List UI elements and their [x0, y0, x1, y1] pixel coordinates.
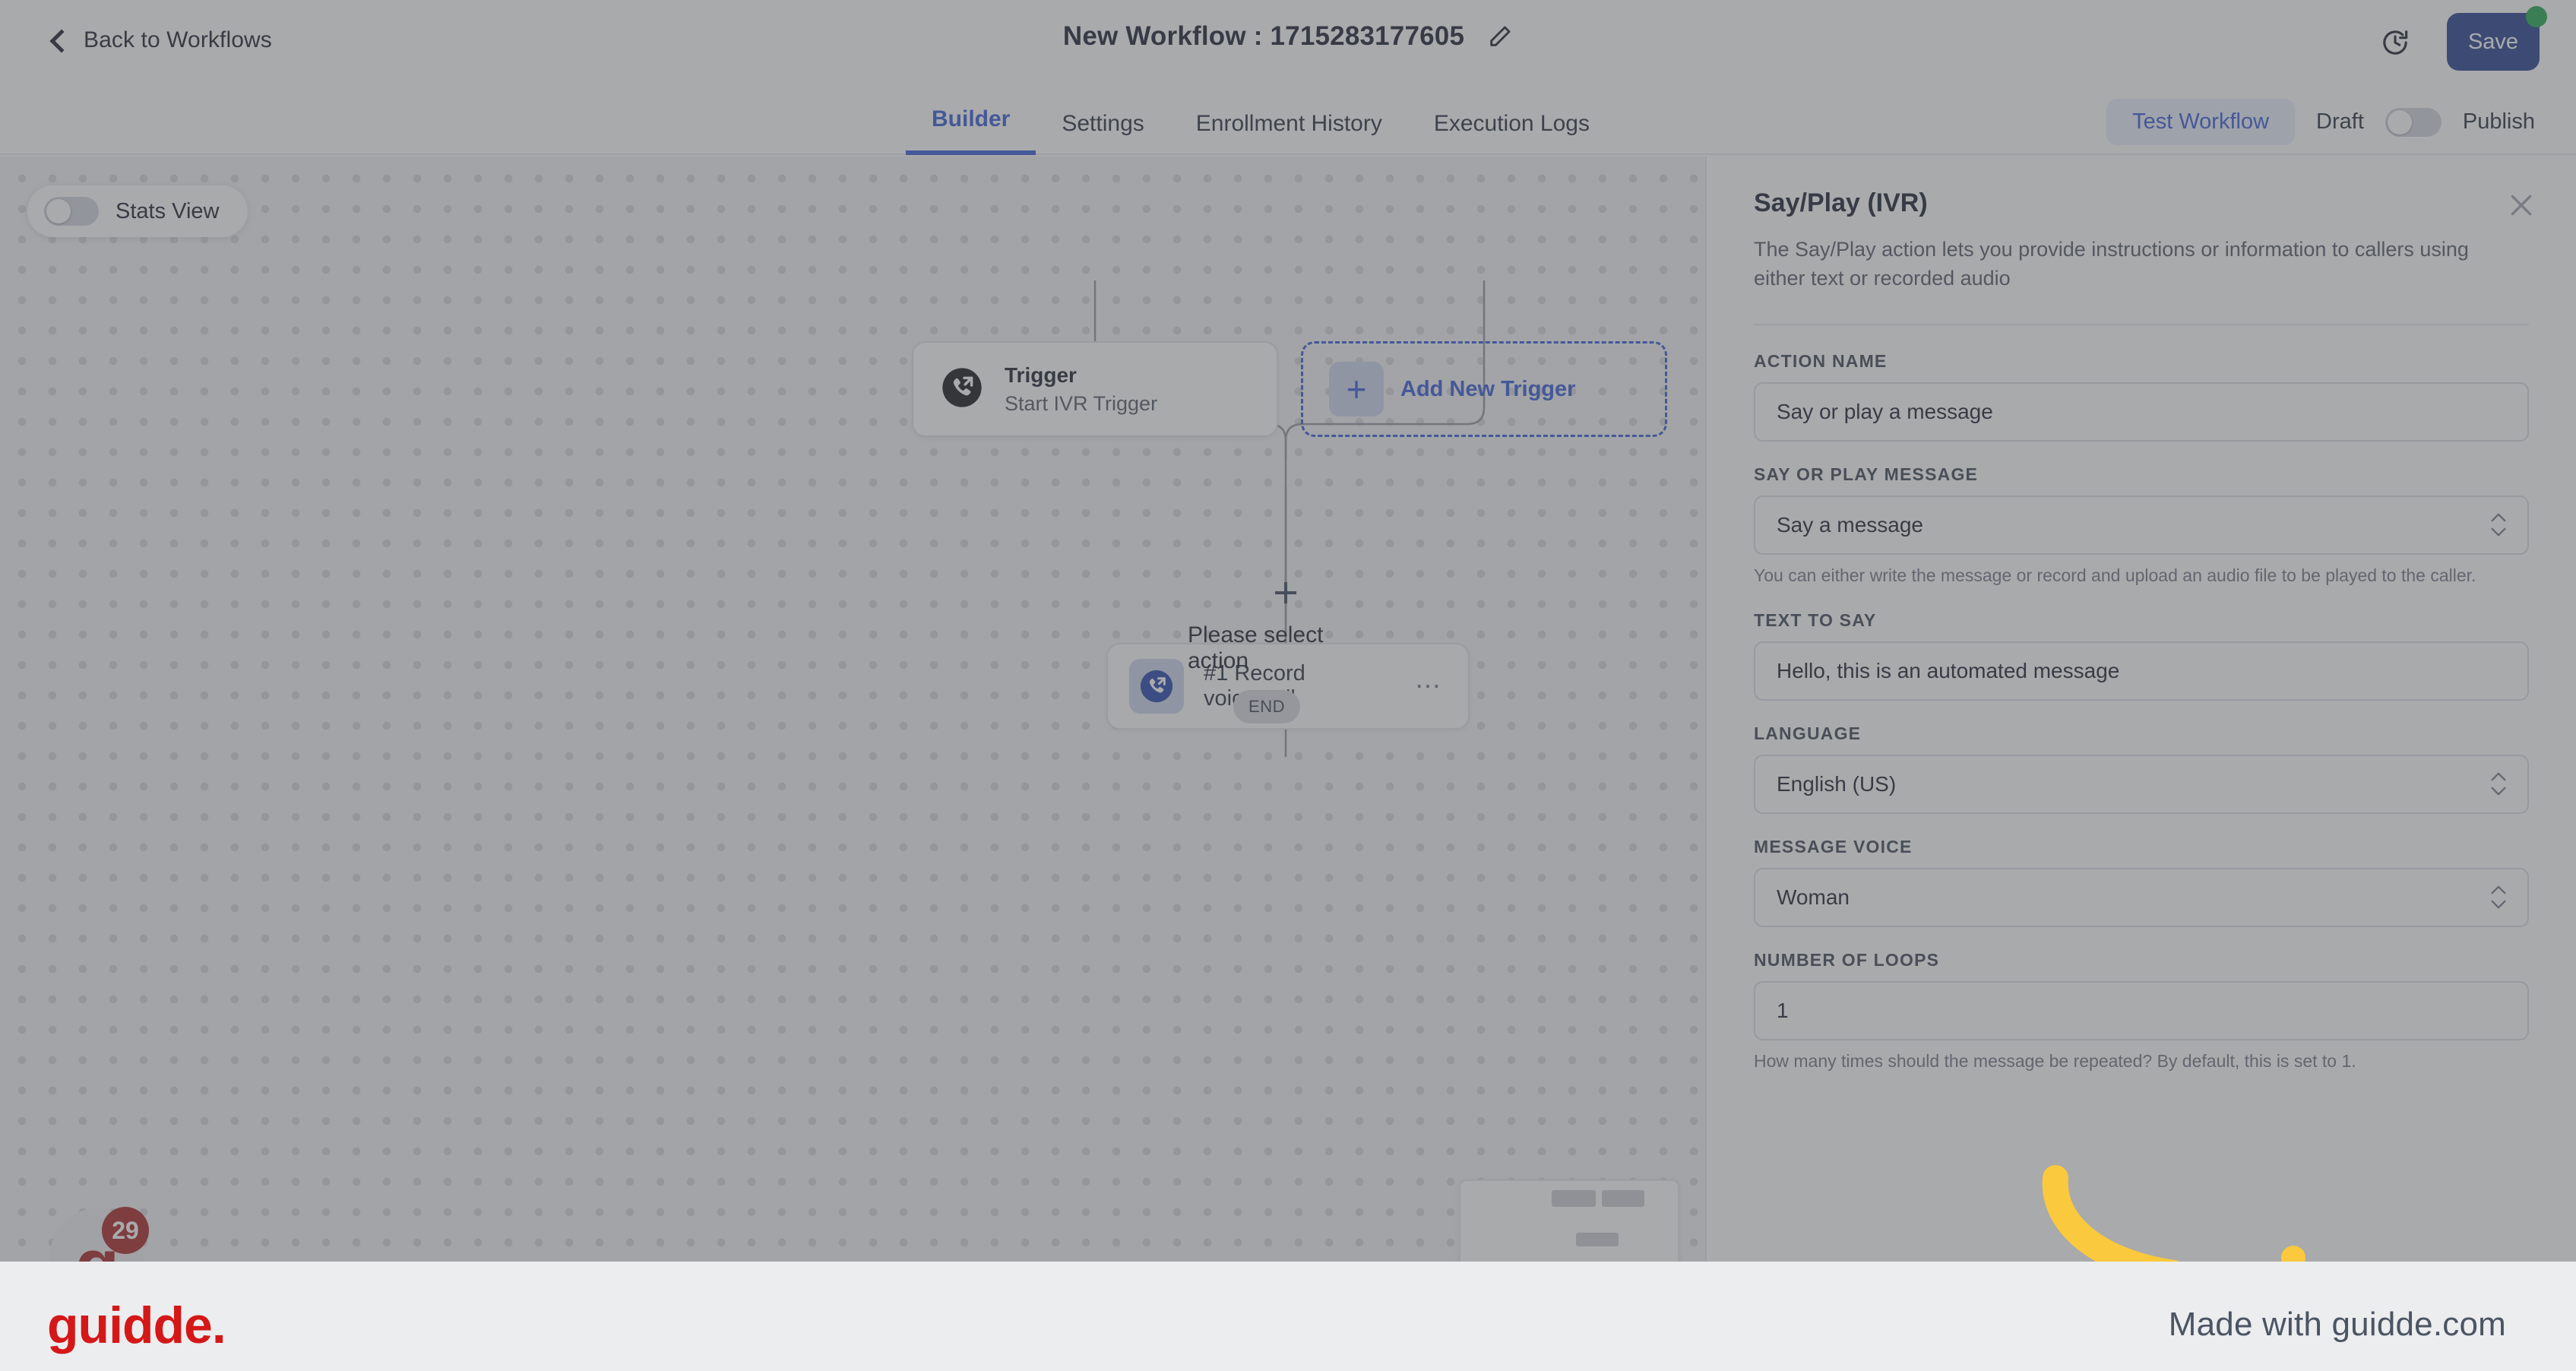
text-to-say-input[interactable]: Hello, this is an automated message: [1754, 641, 2529, 701]
end-node: END: [1233, 690, 1300, 723]
minimap-block: [1552, 1190, 1596, 1207]
add-step-button[interactable]: [1275, 582, 1296, 603]
page-title: New Workflow : 1715283177605: [1062, 21, 1465, 51]
field-label: NUMBER OF LOOPS: [1754, 949, 1940, 970]
outgoing-call-icon: [941, 366, 983, 413]
guidde-logo: guidde.: [47, 1297, 226, 1354]
outgoing-call-icon: [1129, 659, 1184, 714]
application-screenshot: Back to Workflows New Workflow : 1715283…: [0, 0, 2576, 1262]
action-config-panel: Say/Play (IVR) The Say/Play action lets …: [1705, 157, 2576, 1262]
ellipsis-icon[interactable]: ⋯: [1415, 673, 1442, 699]
tab-bar: Builder Settings Enrollment History Exec…: [0, 87, 2576, 155]
minimap-block: [1576, 1233, 1619, 1246]
field-say-or-play-message: SAY OR PLAY MESSAGE Say a message You ca…: [1754, 464, 2529, 587]
panel-title: Say/Play (IVR): [1754, 188, 1928, 217]
app-root: Back to Workflows New Workflow : 1715283…: [0, 0, 2576, 1371]
panel-header: Say/Play (IVR) The Say/Play action lets …: [1707, 157, 2576, 325]
select-value: Say a message: [1777, 512, 1923, 537]
add-new-trigger-button[interactable]: + Add New Trigger: [1301, 341, 1667, 437]
chevron-updown-icon: [2489, 771, 2508, 796]
history-clock-icon[interactable]: [2380, 27, 2410, 58]
publish-toggle[interactable]: [2385, 107, 2442, 137]
stats-view-toggle[interactable]: Stats View: [27, 185, 248, 237]
number-of-loops-input[interactable]: 1: [1754, 980, 2529, 1040]
minimap-block: [1602, 1190, 1644, 1207]
tab-list: Builder Settings Enrollment History Exec…: [906, 87, 1616, 155]
chevron-updown-icon: [2489, 885, 2508, 910]
tab-settings[interactable]: Settings: [1036, 111, 1169, 155]
tab-bar-actions: Test Workflow Draft Publish: [2106, 99, 2535, 145]
trigger-node-subtitle: Start IVR Trigger: [1005, 391, 1158, 415]
field-action-name: ACTION NAME Say or play a message: [1754, 351, 2529, 442]
field-help-text: How many times should the message be rep…: [1754, 1050, 2356, 1071]
field-label: ACTION NAME: [1754, 350, 1888, 371]
publish-toggle-knob: [2387, 109, 2412, 135]
select-action-placeholder[interactable]: Please select action: [1188, 622, 1385, 675]
field-help-text: You can either write the message or reco…: [1754, 565, 2476, 585]
message-voice-select[interactable]: Woman: [1754, 867, 2529, 927]
field-label: SAY OR PLAY MESSAGE: [1754, 464, 1979, 484]
language-select[interactable]: English (US): [1754, 754, 2529, 814]
panel-description: The Say/Play action lets you provide ins…: [1754, 238, 2469, 290]
trigger-node-title: Trigger: [1005, 363, 1077, 387]
test-workflow-button[interactable]: Test Workflow: [2106, 99, 2296, 145]
trigger-node[interactable]: Trigger Start IVR Trigger: [912, 341, 1278, 437]
chevron-updown-icon: [2489, 512, 2508, 537]
pencil-icon[interactable]: [1487, 24, 1513, 49]
draft-label: Draft: [2316, 109, 2364, 134]
workflow-title-group: New Workflow : 1715283177605: [0, 21, 2576, 52]
field-label: TEXT TO SAY: [1754, 610, 1877, 630]
publish-label: Publish: [2462, 109, 2535, 134]
field-number-of-loops: NUMBER OF LOOPS 1 How many times should …: [1754, 950, 2529, 1073]
select-value: Woman: [1777, 885, 1850, 909]
save-status-badge: [2526, 6, 2547, 27]
field-label: MESSAGE VOICE: [1754, 836, 1913, 856]
save-button[interactable]: Save: [2447, 13, 2540, 71]
panel-divider: [1754, 323, 2529, 325]
tab-builder[interactable]: Builder: [906, 106, 1036, 155]
guidde-footer: guidde. Made with guidde.com: [0, 1262, 2576, 1371]
tab-execution-logs[interactable]: Execution Logs: [1408, 111, 1616, 155]
stats-view-switch-knob: [46, 199, 71, 223]
field-message-voice: MESSAGE VOICE Woman: [1754, 837, 2529, 927]
canvas-minimap[interactable]: [1459, 1179, 1679, 1262]
plus-icon: +: [1329, 362, 1384, 416]
panel-form: ACTION NAME Say or play a message SAY OR…: [1707, 325, 2576, 1073]
select-value: English (US): [1777, 771, 1897, 796]
field-text-to-say: TEXT TO SAY Hello, this is an automated …: [1754, 610, 2529, 701]
top-bar: Back to Workflows New Workflow : 1715283…: [0, 0, 2576, 87]
stats-view-switch[interactable]: [44, 197, 99, 226]
made-with-guidde-label: Made with guidde.com: [2168, 1306, 2506, 1343]
tab-enrollment-history[interactable]: Enrollment History: [1170, 111, 1408, 155]
action-name-input[interactable]: Say or play a message: [1754, 382, 2529, 442]
chat-unread-badge: 29: [102, 1207, 149, 1254]
say-or-play-message-select[interactable]: Say a message: [1754, 495, 2529, 555]
stats-view-label: Stats View: [116, 198, 220, 223]
field-label: LANGUAGE: [1754, 723, 1862, 743]
add-new-trigger-label: Add New Trigger: [1400, 376, 1576, 401]
field-language: LANGUAGE English (US): [1754, 723, 2529, 814]
close-icon[interactable]: [2506, 190, 2536, 220]
trigger-node-texts: Trigger Start IVR Trigger: [1005, 363, 1157, 416]
